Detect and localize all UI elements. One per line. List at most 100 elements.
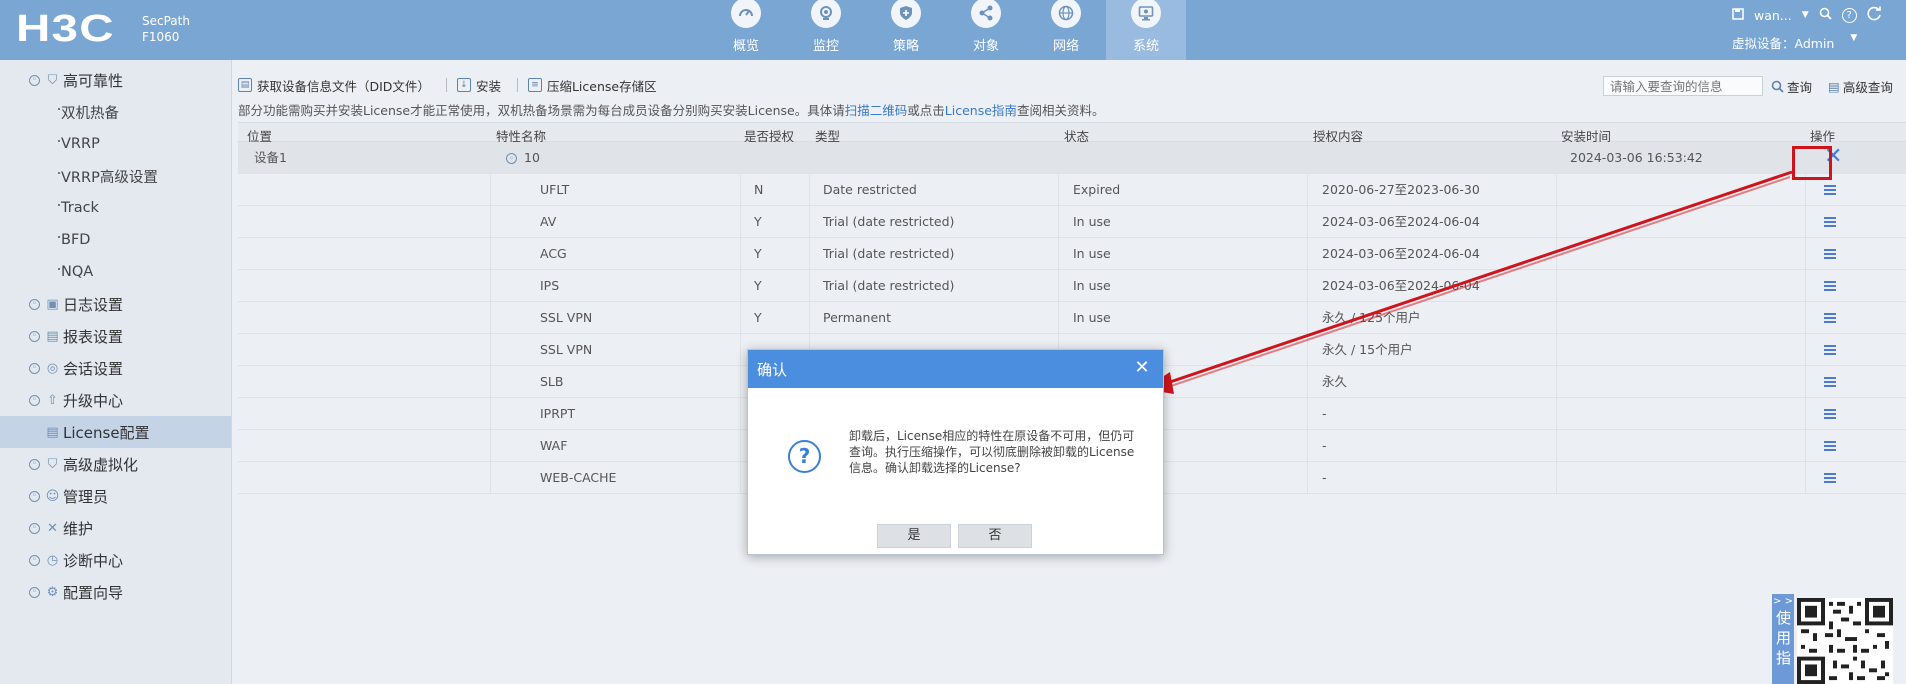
details-list-icon[interactable] [1824,441,1836,451]
sidebar-item-nqa[interactable]: NQA [0,256,231,288]
toolbar-divider [445,78,447,92]
sidebar-item-label: License配置 [63,423,150,442]
sidebar-item-diagnosis-center[interactable]: ◦ ◷ 诊断中心 [0,544,231,576]
table-row[interactable]: SSL VPN Y Permanent In use 永久 / 125个用户 [238,302,1906,334]
sidebar-item-administrators[interactable]: ◦ ☺ 管理员 [0,480,231,512]
details-list-icon[interactable] [1824,409,1836,419]
refresh-icon[interactable] [1867,6,1882,24]
details-list-icon[interactable] [1824,377,1836,387]
table-row[interactable]: AV Y Trial (date restricted) In use 2024-03-… [238,206,1906,238]
expand-toggle-icon[interactable]: ◦ [29,554,40,566]
column-divider [1805,430,1806,461]
toolbar: ▤ 获取设备信息文件（DID文件） ↓ 安装 ≡ 压缩License存储区 [238,76,673,94]
details-list-icon[interactable] [1824,473,1836,483]
sidebar-item-track[interactable]: Track [0,192,231,224]
tab-label: 概览 [732,39,759,54]
sidebar-item-config-wizard[interactable]: ◦ ⚙ 配置向导 [0,576,231,608]
expand-toggle-icon[interactable]: ◦ [29,330,40,342]
expand-toggle-icon[interactable]: ◦ [29,522,40,534]
expand-toggle-icon[interactable]: ◦ [29,362,40,374]
save-icon[interactable] [1732,7,1744,23]
main-nav: 概览 监控 策略 对象 网络 系统 [706,0,1186,60]
details-list-icon[interactable] [1824,281,1836,291]
column-divider [809,206,810,237]
sidebar-item-maintenance[interactable]: ◦ ✕ 维护 [0,512,231,544]
auth-content: 2024-03-06至2024-06-04 [1322,246,1480,261]
sidebar-item-report-settings[interactable]: ◦ ▤ 报表设置 [0,320,231,352]
tab-label: 网络 [1052,39,1079,54]
expand-toggle-icon[interactable]: ◦ [29,490,40,502]
tab-network[interactable]: 网络 [1026,0,1106,60]
get-did-button[interactable]: ▤ 获取设备信息文件（DID文件） [238,76,430,95]
get-did-label: 获取设备信息文件（DID文件） [257,78,430,94]
install-button[interactable]: ↓ 安装 [456,76,501,95]
sidebar-item-advanced-virtualization[interactable]: ◦ ⛉ 高级虚拟化 [0,448,231,480]
license-status: In use [1073,246,1111,261]
column-divider [740,206,741,237]
sidebar-item-vrrp[interactable]: VRRP [0,128,231,160]
column-divider [740,398,741,429]
table-row[interactable]: IPS Y Trial (date restricted) In use 2024-03… [238,270,1906,302]
tab-object[interactable]: 对象 [946,0,1026,60]
user-dropdown-icon[interactable]: ▼ [1802,10,1809,20]
bullet-dot [58,268,60,270]
expand-toggle-icon[interactable]: ◦ [29,458,40,470]
license-guide-link[interactable]: License指南 [945,103,1017,118]
scan-qr-link[interactable]: 扫描二维码 [845,103,908,118]
details-list-icon[interactable] [1824,345,1836,355]
no-button[interactable]: 否 [958,524,1032,548]
tools-icon: ✕ [47,520,58,536]
expand-toggle-icon[interactable]: ◦ [506,142,517,174]
close-icon[interactable]: ✕ [1133,358,1151,378]
compress-button[interactable]: ≡ 压缩License存储区 [527,76,657,95]
search-input[interactable] [1603,76,1763,96]
tab-overview[interactable]: 概览 [706,0,786,60]
query-button[interactable]: 查询 [1771,77,1812,96]
sidebar-item-session-settings[interactable]: ◦ ◎ 会话设置 [0,352,231,384]
column-divider [490,334,491,365]
bullet-dot [58,140,60,142]
sidebar-item-license-config[interactable]: ▤ License配置 [0,416,231,448]
auth-content: - [1322,406,1327,421]
tab-system[interactable]: 系统 [1106,0,1186,60]
license-status: In use [1073,310,1111,325]
expand-toggle-icon[interactable]: ◦ [29,298,40,310]
details-list-icon[interactable] [1824,185,1836,195]
advanced-query-button[interactable]: ▤ 高级查询 [1828,77,1893,96]
table-row[interactable]: UFLT N Date restricted Expired 2020-06-27至20… [238,174,1906,206]
sidebar-item-bfd[interactable]: BFD [0,224,231,256]
expand-toggle-icon[interactable]: ◦ [29,586,40,598]
bullet-dot [58,204,60,206]
details-list-icon[interactable] [1824,217,1836,227]
sidebar-item-high-availability[interactable]: ◦ ⛉ 高可靠性 [0,64,231,96]
details-list-icon[interactable] [1824,313,1836,323]
column-divider [809,302,810,333]
document-icon: ▤ [238,78,252,92]
virtual-device-label[interactable]: 虚拟设备：Admin [1732,33,1834,52]
product-series: SecPath [142,14,190,28]
tab-policy[interactable]: 策略 [866,0,946,60]
expand-toggle-icon[interactable]: ◦ [29,74,40,86]
user-area: wan... ▼ ? 虚拟设备：Admin ▼ [1732,6,1882,52]
sidebar-item-log-settings[interactable]: ◦ ▣ 日志设置 [0,288,231,320]
sidebar-item-upgrade-center[interactable]: ◦ ⇧ 升级中心 [0,384,231,416]
help-icon[interactable]: ? [1841,7,1857,23]
sidebar-item-label: BFD [61,232,91,248]
username[interactable]: wan... [1754,8,1792,23]
virtual-device-dropdown-icon[interactable]: ▼ [1850,33,1857,52]
column-divider [1805,334,1806,365]
details-list-icon[interactable] [1824,249,1836,259]
table-row-device[interactable]: 设备1 ◦ 10 2024-03-06 16:53:42 ✕ [238,142,1906,174]
shield-icon [891,0,921,28]
column-divider [1805,270,1806,301]
table-row[interactable]: ACG Y Trial (date restricted) In use 2024-03… [238,238,1906,270]
sidebar-item-vrrp-advanced[interactable]: VRRP高级设置 [0,160,231,192]
sidebar-item-hot-standby[interactable]: 双机热备 [0,96,231,128]
feature-name: ACG [540,246,567,261]
tab-monitor[interactable]: 监控 [786,0,866,60]
yes-button[interactable]: 是 [877,524,951,548]
feature-name: WEB-CACHE [540,470,617,485]
expand-toggle-icon[interactable]: ◦ [29,394,40,406]
usage-guide-tab[interactable]: > > 使用指 [1772,594,1794,684]
search-icon[interactable] [1819,7,1832,23]
